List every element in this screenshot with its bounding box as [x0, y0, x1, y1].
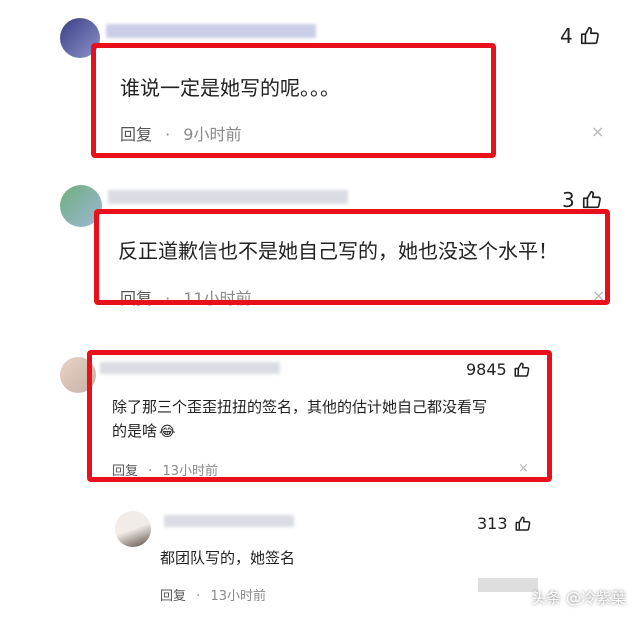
username-redacted — [106, 24, 316, 38]
username-redacted — [164, 515, 294, 527]
watermark-backdrop — [478, 578, 538, 592]
like-count[interactable]: 4 — [560, 24, 601, 48]
thumbs-up-icon[interactable] — [581, 189, 603, 211]
thumbs-up-icon[interactable] — [514, 515, 532, 533]
like-count-value: 313 — [477, 514, 508, 533]
meta-separator: · — [196, 589, 201, 604]
like-count-value: 4 — [560, 24, 573, 48]
highlight-box — [87, 350, 552, 482]
comment-meta: 回复 · 13小时前 — [160, 585, 266, 604]
username-redacted — [108, 190, 348, 204]
close-icon[interactable]: × — [591, 122, 604, 141]
avatar[interactable] — [115, 511, 151, 547]
watermark-text: 头条 @冷紫葉 — [531, 589, 626, 607]
thumbs-up-icon[interactable] — [579, 25, 601, 47]
highlight-box — [94, 209, 610, 305]
like-count[interactable]: 313 — [477, 514, 532, 533]
comment-text: 都团队写的，她签名 — [160, 549, 296, 567]
reply-button[interactable]: 回复 — [160, 589, 186, 604]
highlight-box — [91, 43, 496, 158]
watermark: 头条 @冷紫葉 — [531, 587, 626, 608]
comment-time: 13小时前 — [210, 589, 266, 604]
